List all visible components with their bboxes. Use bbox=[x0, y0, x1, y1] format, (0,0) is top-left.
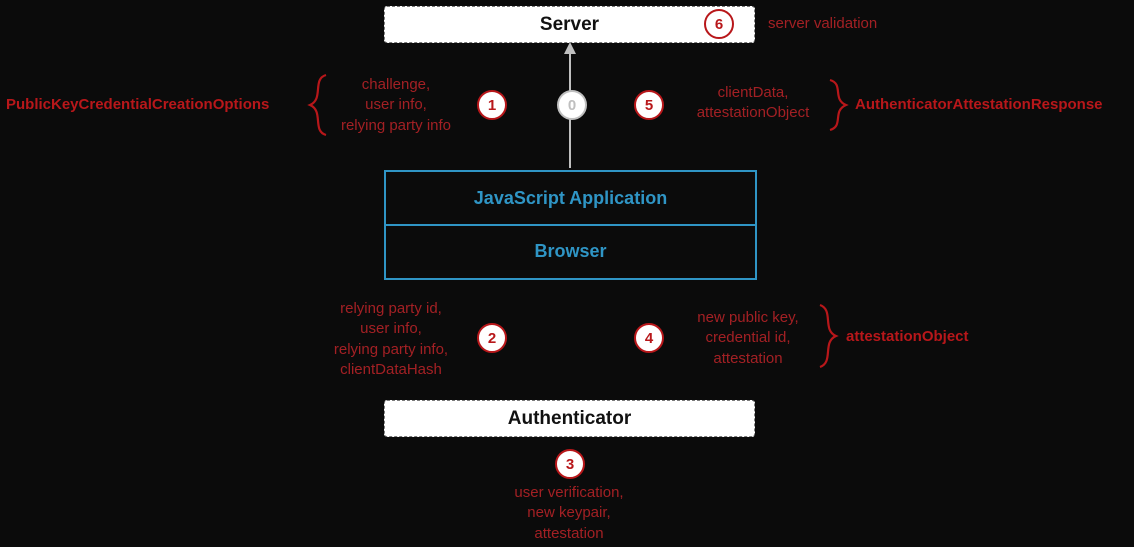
brace-left-1 bbox=[308, 75, 328, 135]
js-app-box: JavaScript Application bbox=[386, 172, 755, 224]
js-app-label: JavaScript Application bbox=[474, 188, 667, 209]
step5-badge: 5 bbox=[634, 90, 664, 120]
step0-num: 0 bbox=[568, 98, 576, 113]
step1-text: challenge, user info, relying party info bbox=[326, 75, 466, 136]
step4-num: 4 bbox=[645, 331, 653, 346]
step5-object: AuthenticatorAttestationResponse bbox=[855, 96, 1103, 113]
step4-badge: 4 bbox=[634, 323, 664, 353]
brace-right-5 bbox=[828, 80, 848, 130]
brace-right-4 bbox=[818, 305, 838, 367]
step4-text: new public key, credential id, attestati… bbox=[678, 308, 818, 369]
step6-num: 6 bbox=[715, 17, 723, 32]
step2-num: 2 bbox=[488, 331, 496, 346]
server-label: Server bbox=[540, 14, 599, 36]
step0-badge: 0 bbox=[557, 90, 587, 120]
browser-label: Browser bbox=[534, 241, 606, 262]
step4-object: attestationObject bbox=[846, 328, 969, 345]
browser-stack: JavaScript Application Browser bbox=[384, 170, 757, 280]
step3-num: 3 bbox=[566, 457, 574, 472]
step3-badge: 3 bbox=[555, 449, 585, 479]
step1-object: PublicKeyCredentialCreationOptions bbox=[6, 96, 269, 113]
authenticator-box: Authenticator bbox=[384, 400, 755, 437]
step2-text: relying party id, user info, relying par… bbox=[316, 299, 466, 380]
step3-text: user verification, new keypair, attestat… bbox=[474, 483, 664, 544]
step5-text: clientData, attestationObject bbox=[678, 83, 828, 124]
server-box: Server bbox=[384, 6, 755, 43]
step1-num: 1 bbox=[488, 98, 496, 113]
step6-badge: 6 bbox=[704, 9, 734, 39]
step1-badge: 1 bbox=[477, 90, 507, 120]
step6-text: server validation bbox=[768, 14, 877, 34]
step5-num: 5 bbox=[645, 98, 653, 113]
diagram-stage: Server 6 server validation 0 PublicKeyCr… bbox=[0, 0, 1134, 547]
step2-badge: 2 bbox=[477, 323, 507, 353]
authenticator-label: Authenticator bbox=[508, 408, 632, 430]
browser-box: Browser bbox=[386, 226, 755, 276]
